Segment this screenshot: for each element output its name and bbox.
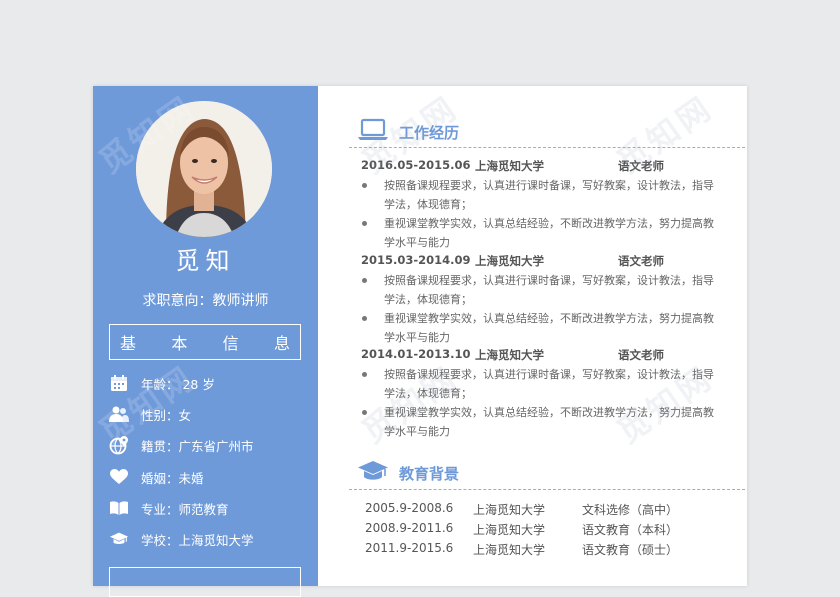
bullet-dot — [362, 221, 367, 226]
job-bullet: 重视课堂教学实效，认真总结经验，不断改进教学方法，努力提高教学水平与能力 — [362, 403, 722, 441]
profile-photo — [136, 101, 272, 237]
job-entry-header: 2016.05-2015.06 上海觅知大学 语文老师 — [361, 158, 664, 173]
edu-period: 2008.9-2011.6 — [365, 521, 454, 535]
education-row: 2008.9-2011.6 上海觅知大学 语文教育（本科） — [365, 521, 678, 537]
job-bullet-text: 重视课堂教学实效，认真总结经验，不断改进教学方法，努力提高教学水平与能力 — [384, 217, 714, 249]
info-hometown-text: 籍贯：广东省广州市 — [141, 438, 254, 454]
info-hometown: 籍贯：广东省广州市 — [109, 434, 254, 456]
info-major: 专业：师范教育 — [109, 497, 229, 519]
laptop-icon — [357, 118, 389, 146]
edu-major: 文科选修（高中） — [582, 503, 679, 517]
job-bullet: 重视课堂教学实效，认真总结经验，不断改进教学方法，努力提高教学水平与能力 — [362, 309, 722, 347]
calendar-icon — [109, 373, 129, 393]
basic-info-char: 息 — [273, 334, 290, 353]
job-bullet-text: 按照备课规程要求，认真进行课时备课，写好教案，设计教法，指导学法，体现德育； — [384, 274, 714, 306]
edu-school: 上海觅知大学 — [473, 503, 546, 517]
job-bullet-text: 按照备课规程要求，认真进行课时备课，写好教案，设计教法，指导学法，体现德育； — [384, 179, 714, 211]
edu-school: 上海觅知大学 — [473, 543, 546, 557]
job-period: 2016.05-2015.06 — [361, 158, 471, 172]
job-company: 上海觅知大学 — [475, 348, 544, 362]
job-objective: 求职意向：教师讲师 — [142, 293, 269, 309]
basic-info-header: 基 本 信 息 — [109, 324, 301, 360]
job-bullet-text: 按照备课规程要求，认真进行课时备课，写好教案，设计教法，指导学法，体现德育； — [384, 368, 714, 400]
job-period: 2014.01-2013.10 — [361, 347, 471, 361]
bullet-dot — [362, 278, 367, 283]
work-section-title: 工作经历 — [399, 123, 460, 142]
edu-school: 上海觅知大学 — [473, 523, 546, 537]
job-company: 上海觅知大学 — [475, 254, 544, 268]
job-company: 上海觅知大学 — [475, 159, 544, 173]
person-name: 觅知 — [175, 247, 236, 275]
people-icon — [109, 404, 129, 424]
edu-major: 语文教育（本科） — [582, 523, 679, 537]
bullet-dot — [362, 183, 367, 188]
education-row: 2005.9-2008.6 上海觅知大学 文科选修（高中） — [365, 501, 678, 517]
job-bullet-text: 重视课堂教学实效，认真总结经验，不断改进教学方法，努力提高教学水平与能力 — [384, 312, 714, 344]
resume-sidebar: 觅知 求职意向：教师讲师 基 本 信 息 年龄： 28 岁 性别：女 籍贯：广东… — [93, 86, 318, 597]
globe-location-icon — [109, 435, 129, 455]
book-icon — [109, 498, 129, 518]
info-gender-text: 性别：女 — [141, 407, 192, 423]
info-major-text: 专业：师范教育 — [141, 501, 229, 517]
work-divider — [349, 147, 745, 148]
info-age-text: 年龄： 28 岁 — [141, 376, 215, 392]
edu-major: 语文教育（硕士） — [582, 543, 679, 557]
job-entry-header: 2014.01-2013.10 上海觅知大学 语文老师 — [361, 347, 664, 362]
basic-info-char: 基 — [120, 334, 137, 353]
job-role: 语文老师 — [618, 254, 664, 268]
heart-icon — [109, 467, 129, 487]
education-section-title: 教育背景 — [399, 464, 460, 483]
education-row: 2011.9-2015.6 上海觅知大学 语文教育（硕士） — [365, 541, 678, 557]
job-period: 2015.03-2014.09 — [361, 253, 471, 267]
job-role: 语文老师 — [618, 348, 664, 362]
education-divider — [349, 489, 745, 490]
job-entry-header: 2015.03-2014.09 上海觅知大学 语文老师 — [361, 253, 664, 268]
edu-period: 2005.9-2008.6 — [365, 501, 454, 515]
info-gender: 性别：女 — [109, 403, 191, 425]
bullet-dot — [362, 410, 367, 415]
info-school: 学校：上海觅知大学 — [109, 528, 254, 550]
job-bullet: 按照备课规程要求，认真进行课时备课，写好教案，设计教法，指导学法，体现德育； — [362, 176, 722, 214]
graduation-cap-icon — [357, 459, 389, 487]
job-role: 语文老师 — [618, 159, 664, 173]
job-bullet: 按照备课规程要求，认真进行课时备课，写好教案，设计教法，指导学法，体现德育； — [362, 271, 722, 309]
work-section-header: 工作经历 — [357, 118, 459, 146]
basic-info-char: 本 — [171, 334, 188, 353]
bullet-dot — [362, 316, 367, 321]
education-section-header: 教育背景 — [357, 459, 459, 487]
basic-info-char: 信 — [222, 334, 239, 353]
info-age: 年龄： 28 岁 — [109, 372, 215, 394]
next-section-box — [109, 567, 301, 597]
bullet-dot — [362, 372, 367, 377]
job-bullet-text: 重视课堂教学实效，认真总结经验，不断改进教学方法，努力提高教学水平与能力 — [384, 406, 714, 438]
graduation-cap-icon — [109, 529, 129, 549]
job-bullet: 重视课堂教学实效，认真总结经验，不断改进教学方法，努力提高教学水平与能力 — [362, 214, 722, 252]
edu-period: 2011.9-2015.6 — [365, 541, 454, 555]
info-marital-text: 婚姻：未婚 — [141, 470, 204, 486]
job-bullet: 按照备课规程要求，认真进行课时备课，写好教案，设计教法，指导学法，体现德育； — [362, 365, 722, 403]
info-marital: 婚姻：未婚 — [109, 466, 204, 488]
info-school-text: 学校：上海觅知大学 — [141, 532, 254, 548]
